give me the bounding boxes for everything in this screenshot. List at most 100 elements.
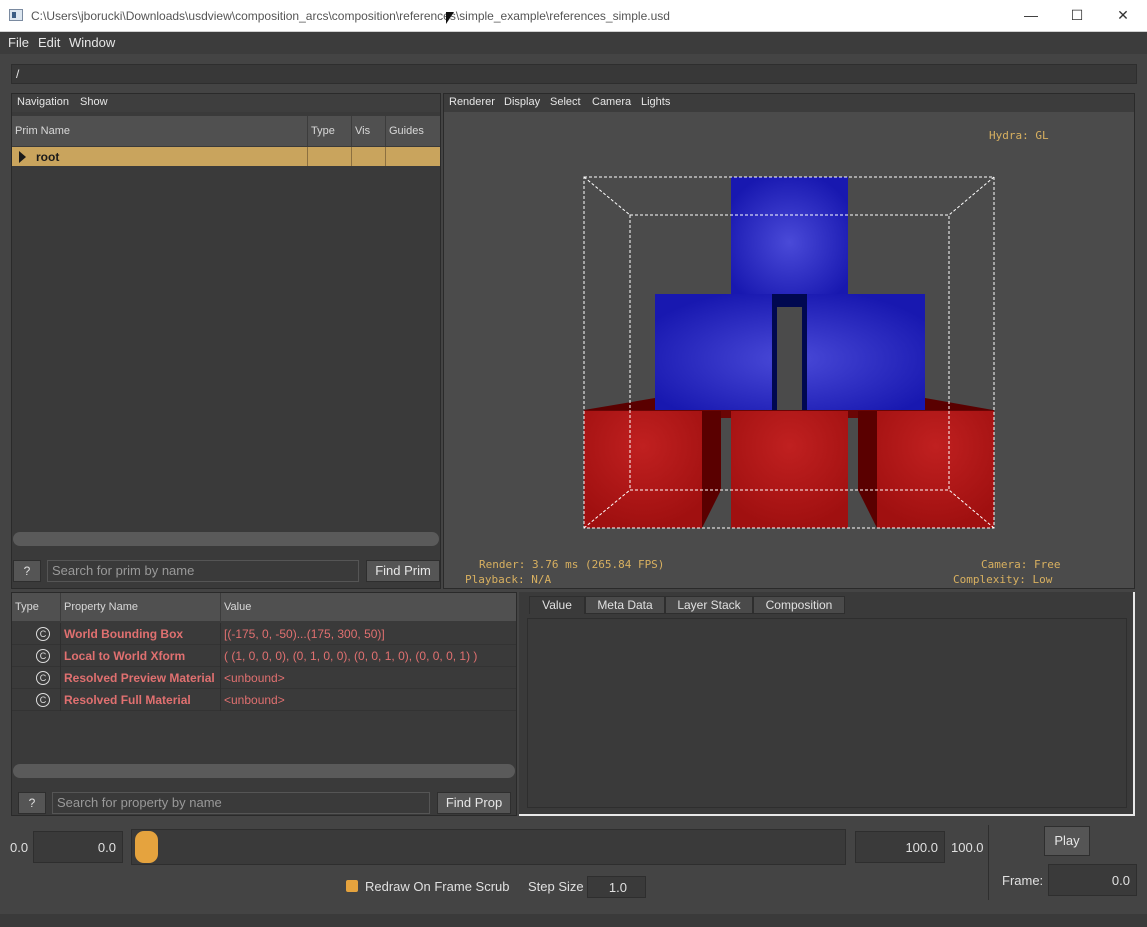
col-sep [60,645,61,667]
menu-lights[interactable]: Lights [641,96,670,108]
property-row[interactable]: C Resolved Preview Material <unbound> [12,667,516,689]
menu-file[interactable]: File [8,35,29,50]
range-end-label: 100.0 [951,840,984,855]
prim-panel-menubar: Navigation Show [12,94,440,112]
prim-search-input[interactable]: Search for prim by name [47,560,359,582]
step-size-field[interactable]: 1.0 [587,876,646,898]
doorway-opening [777,307,802,412]
menu-display[interactable]: Display [504,96,540,108]
window-title: C:\Users\jborucki\Downloads\usdview\comp… [31,9,670,23]
title-bar: C:\Users\jborucki\Downloads\usdview\comp… [0,0,1147,32]
hud-complexity: Complexity: Low [953,573,1053,586]
slider-handle[interactable] [135,831,158,863]
close-button[interactable]: ✕ [1100,0,1146,32]
row-cell-vis[interactable] [352,147,386,166]
prim-help-button[interactable]: ? [13,560,41,582]
col-sep [60,623,61,645]
property-row[interactable]: C Resolved Full Material <unbound> [12,689,516,711]
minimize-button[interactable]: — [1008,0,1054,32]
find-prop-button[interactable]: Find Prop [437,792,511,814]
tab-value[interactable]: Value [529,596,585,614]
prim-horizontal-scrollbar[interactable] [13,532,439,546]
3d-viewport-canvas[interactable]: Hydra: GL Render: 3.76 ms (265.84 FPS) P… [444,112,1134,588]
menu-navigation[interactable]: Navigation [17,96,69,108]
menu-bar: File Edit Window [0,32,1147,54]
tab-composition[interactable]: Composition [753,596,845,614]
property-help-button[interactable]: ? [18,792,46,814]
tab-meta-data[interactable]: Meta Data [585,596,665,614]
row-cell-type [308,147,352,166]
step-size-label: Step Size [528,879,584,894]
blue-top-block [731,177,848,296]
menu-window[interactable]: Window [69,35,115,50]
col-sep [220,623,221,645]
redraw-label: Redraw On Frame Scrub [365,879,510,894]
property-value: <unbound> [224,671,285,685]
property-name: Local to World Xform [64,649,186,663]
attribute-inspector-panel: Value Meta Data Layer Stack Composition [519,592,1135,816]
tree-row-root[interactable]: root [12,147,440,166]
menu-select[interactable]: Select [550,96,581,108]
hud-camera: Camera: Free [981,558,1061,571]
property-row[interactable]: C World Bounding Box [(-175, 0, -50)...(… [12,623,516,645]
tab-layer-stack[interactable]: Layer Stack [665,596,753,614]
maximize-button[interactable]: ☐ [1054,0,1100,32]
row-cell-name-border [12,147,308,166]
computed-icon: C [36,649,50,663]
property-value: [(-175, 0, -50)...(175, 300, 50)] [224,627,385,641]
col-sep [220,667,221,689]
divider [988,825,989,900]
viewport-panel: Renderer Display Select Camera Lights Hy… [443,93,1135,589]
value-view-area[interactable] [527,618,1127,808]
red-right-block [877,411,994,528]
col-guides[interactable]: Guides [386,116,440,146]
app-icon [9,9,23,21]
col-sep [220,645,221,667]
col-prim-name[interactable]: Prim Name [12,116,308,146]
computed-icon: C [36,627,50,641]
menu-edit[interactable]: Edit [38,35,60,50]
property-name: Resolved Full Material [64,693,191,707]
menu-show[interactable]: Show [80,96,108,108]
find-prim-button[interactable]: Find Prim [366,560,440,582]
property-row[interactable]: C Local to World Xform ( (1, 0, 0, 0), (… [12,645,516,667]
play-button[interactable]: Play [1044,826,1090,856]
frame-slider[interactable] [131,829,846,865]
redraw-checkbox[interactable] [346,880,358,892]
scene-render[interactable] [444,112,1134,588]
property-name: World Bounding Box [64,627,184,641]
hud-render-time: Render: 3.76 ms (265.84 FPS) [479,558,665,571]
property-name: Resolved Preview Material [64,671,215,685]
menu-renderer[interactable]: Renderer [449,96,495,108]
col-value[interactable]: Value [221,593,516,621]
red-left-side [702,411,721,528]
col-sep [220,689,221,711]
computed-icon: C [36,671,50,685]
property-panel: Type Property Name Value C World Boundin… [11,592,517,816]
red-right-side [858,411,877,528]
prim-browser-panel: Navigation Show Prim Name Type Vis Guide… [11,93,441,589]
property-header: Type Property Name Value [12,593,516,621]
end-frame-field[interactable]: 100.0 [855,831,945,863]
frame-label: Frame: [1002,873,1044,888]
col-prop-type[interactable]: Type [12,593,61,621]
hud-playback: Playback: N/A [465,573,552,586]
viewport-menubar: Renderer Display Select Camera Lights [444,94,1134,112]
current-frame-field[interactable]: 0.0 [1048,864,1137,896]
row-cell-guides[interactable] [386,147,440,166]
property-value: ( (1, 0, 0, 0), (0, 1, 0, 0), (0, 0, 1, … [224,649,478,663]
prim-path-field[interactable]: / [11,64,1137,84]
red-left-block [584,411,702,528]
mouse-cursor-icon [446,12,454,24]
computed-icon: C [36,693,50,707]
start-frame-field[interactable]: 0.0 [33,831,123,863]
menu-camera[interactable]: Camera [592,96,631,108]
red-center-block [731,411,848,528]
col-vis[interactable]: Vis [352,116,386,146]
status-bar [0,914,1147,927]
property-search-input[interactable]: Search for property by name [52,792,430,814]
property-horizontal-scrollbar[interactable] [13,764,515,778]
col-sep [60,689,61,711]
col-property-name[interactable]: Property Name [61,593,221,621]
col-type[interactable]: Type [308,116,352,146]
